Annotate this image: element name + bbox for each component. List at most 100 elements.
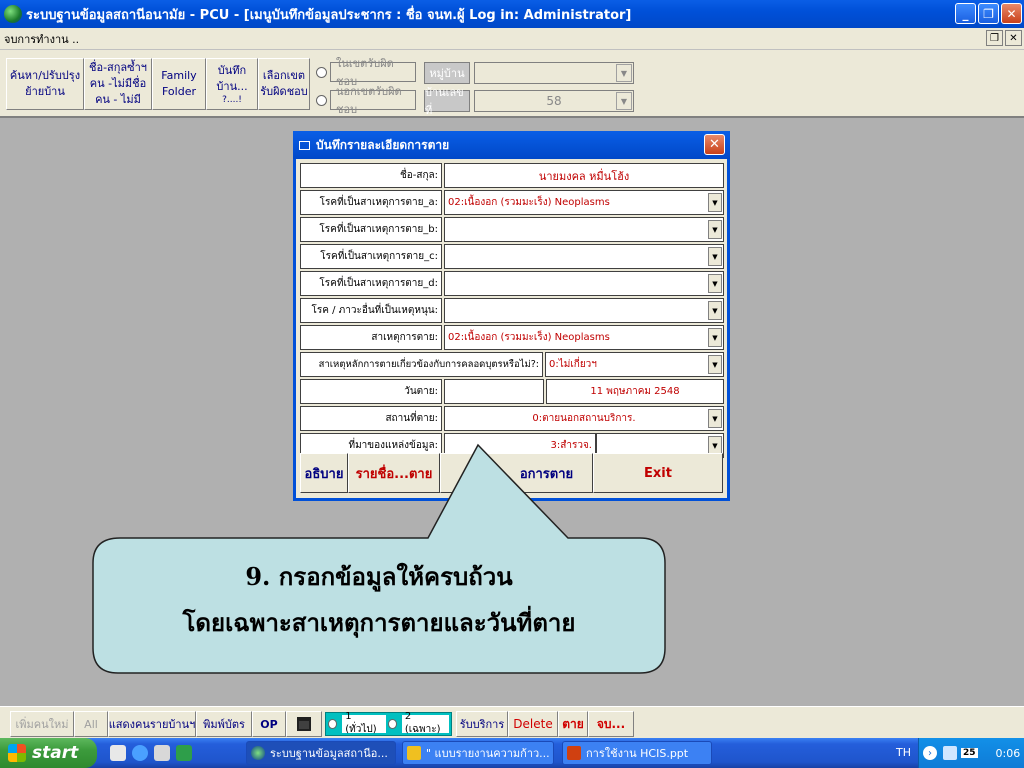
tray-badge[interactable]: 25 xyxy=(961,748,978,758)
house-no-select[interactable]: 58 ▼ xyxy=(474,90,634,112)
cause-of-death-label: สาเหตุการตาย: xyxy=(300,325,442,350)
network-icon[interactable] xyxy=(943,746,957,760)
cause-b-select[interactable]: ▼ xyxy=(444,217,724,242)
task-ppt[interactable]: การใช้งาน HCIS.ppt xyxy=(562,741,712,765)
duplicate-name-label-3: คน - ไม่มี xyxy=(95,93,141,106)
death-button[interactable]: ตาย xyxy=(558,711,588,737)
windows-logo-icon xyxy=(8,744,26,762)
chevron-down-icon[interactable]: ▼ xyxy=(708,301,722,320)
delete-button[interactable]: Delete xyxy=(508,711,558,737)
death-list-button[interactable]: รายชื่อ...ตาย xyxy=(348,453,440,493)
chevron-down-icon[interactable]: ▼ xyxy=(708,193,722,212)
end-button[interactable]: จบ... xyxy=(588,711,634,737)
cause-d-select[interactable]: ▼ xyxy=(444,271,724,296)
mdi-restore-button[interactable]: ❐ xyxy=(986,30,1003,46)
language-indicator[interactable]: TH xyxy=(896,746,911,759)
death-date-display: 11 พฤษภาคม 2548 xyxy=(546,379,724,404)
folder-label: Folder xyxy=(162,85,196,98)
cause-c-select[interactable]: ▼ xyxy=(444,244,724,269)
exit-button[interactable]: Exit xyxy=(593,453,723,493)
radio-out-zone-label: นอกเขตรับผิดชอบ xyxy=(330,85,416,116)
village-select[interactable]: ▼ xyxy=(474,62,634,84)
all-button[interactable]: All xyxy=(74,711,108,737)
record-house-button[interactable]: บันทึก บ้าน... ?....! xyxy=(206,58,258,110)
task-hcis-db-label: ระบบฐานข้อมูลสถานีอ... xyxy=(270,747,388,760)
service-button[interactable]: รับบริการ xyxy=(456,711,508,737)
chevron-down-icon[interactable]: ▼ xyxy=(708,220,722,239)
option-1-radio[interactable] xyxy=(328,719,338,729)
family-folder-button[interactable]: Family Folder xyxy=(152,58,206,110)
childbirth-select[interactable]: 0:ไม่เกี่ยวฯ ▼ xyxy=(545,352,724,377)
chevron-down-icon[interactable]: ▼ xyxy=(616,92,632,110)
app-shortcut-icon[interactable] xyxy=(176,745,192,761)
option-2-label[interactable]: 2 (เฉพาะ) xyxy=(401,711,449,735)
chevron-down-icon[interactable]: ▼ xyxy=(708,247,722,266)
contributing-select[interactable]: ▼ xyxy=(444,298,724,323)
radio-out-zone[interactable]: นอกเขตรับผิดชอบ xyxy=(316,85,416,116)
close-button[interactable]: ✕ xyxy=(1001,3,1022,24)
data-source-value: 3:สำรวจ. xyxy=(550,440,592,451)
callout-line-1: 9. กรอกข้อมูลให้ครบถ้วน xyxy=(245,562,513,591)
option-2-radio[interactable] xyxy=(387,719,397,729)
cause-d-label: โรคที่เป็นสาเหตุการตาย_d: xyxy=(300,271,442,296)
death-place-select[interactable]: 0:ตายนอกสถานบริการ. ▼ xyxy=(444,406,724,431)
death-date-input[interactable] xyxy=(444,379,544,404)
menu-bar: จบการทำงาน .. ❐ ✕ xyxy=(0,28,1024,50)
cause-a-value: 02:เนื้องอก (รวมมะเร็ง) Neoplasms xyxy=(448,197,610,208)
childbirth-value: 0:ไม่เกี่ยวฯ xyxy=(549,359,597,370)
task-progress-report[interactable]: " แบบรายงานความก้าว... xyxy=(402,741,554,765)
duplicate-name-button[interactable]: ชื่อ-สกุลซ้ำฯ คน -ไม่มีชื่อ คน - ไม่มี xyxy=(84,58,152,110)
chevron-down-icon[interactable]: ▼ xyxy=(708,355,722,374)
add-person-button[interactable]: เพิ่มคนใหม่ xyxy=(10,711,74,737)
document-icon[interactable] xyxy=(154,745,170,761)
op-button[interactable]: OP xyxy=(252,711,286,737)
show-household-button[interactable]: แสดงคนรายบ้านฯ xyxy=(108,711,196,737)
cause-of-death-select[interactable]: 02:เนื้องอก (รวมมะเร็ง) Neoplasms ▼ xyxy=(444,325,724,350)
record-house-label-1: บันทึก xyxy=(217,64,247,77)
desktop-icon[interactable] xyxy=(110,745,126,761)
chevron-down-icon[interactable]: ▼ xyxy=(708,328,722,347)
minimize-button[interactable]: _ xyxy=(955,3,976,24)
option-1-label[interactable]: 1 (ทั่วไป) xyxy=(342,711,386,735)
window-title: ระบบฐานข้อมูลสถานีอนามัย - PCU - [เมนูบั… xyxy=(26,7,632,23)
radio-out-zone-dot[interactable] xyxy=(316,94,327,106)
start-button[interactable]: start xyxy=(0,738,97,768)
taskbar: start ระบบฐานข้อมูลสถานีอ... " แบบรายงาน… xyxy=(0,738,1024,768)
search-relocate-button[interactable]: ค้นหา/ปรับปรุง ย้ายบ้าน xyxy=(6,58,84,110)
duplicate-name-label-2: คน -ไม่มีชื่อ xyxy=(89,77,147,90)
key-icon xyxy=(407,746,421,760)
fullname-value[interactable]: นายมงคล หมื่นโฮ้ง xyxy=(444,163,724,188)
save-disk-button[interactable] xyxy=(286,711,322,737)
bottom-toolbar: เพิ่มคนใหม่ All แสดงคนรายบ้านฯ พิมพ์บัตร… xyxy=(0,706,1024,738)
clock: 0:06 xyxy=(995,746,1021,760)
contributing-label: โรค / ภาวะอื่นที่เป็นเหตุหนุน: xyxy=(300,298,442,323)
browser-icon[interactable] xyxy=(132,745,148,761)
chevron-down-icon[interactable]: ▼ xyxy=(708,274,722,293)
task-ppt-label: การใช้งาน HCIS.ppt xyxy=(586,747,689,760)
restore-button[interactable]: ❐ xyxy=(978,3,999,24)
globe-icon xyxy=(4,5,22,23)
cause-b-label: โรคที่เป็นสาเหตุการตาย_b: xyxy=(300,217,442,242)
explain-button[interactable]: อธิบาย xyxy=(300,453,348,493)
death-date-label: วันตาย: xyxy=(300,379,442,404)
tray-expand-icon[interactable]: › xyxy=(923,746,937,760)
start-label: start xyxy=(32,743,79,763)
death-record-dialog: บันทึกรายละเอียดการตาย ✕ ชื่อ-สกุล: นายม… xyxy=(293,131,730,501)
radio-in-zone[interactable]: ในเขตรับผิดชอบ xyxy=(316,57,416,88)
cause-of-death-value: 02:เนื้องอก (รวมมะเร็ง) Neoplasms xyxy=(448,332,610,343)
chevron-down-icon[interactable]: ▼ xyxy=(616,64,632,82)
cause-a-select[interactable]: 02:เนื้องอก (รวมมะเร็ง) Neoplasms ▼ xyxy=(444,190,724,215)
cancel-death-button[interactable]: อการตาย xyxy=(440,453,593,493)
death-place-value: 0:ตายนอกสถานบริการ. xyxy=(532,413,636,424)
floppy-icon xyxy=(297,717,311,731)
radio-in-zone-dot[interactable] xyxy=(316,66,327,78)
task-hcis-db[interactable]: ระบบฐานข้อมูลสถานีอ... xyxy=(246,741,396,765)
mdi-close-button[interactable]: ✕ xyxy=(1005,30,1022,46)
dialog-close-button[interactable]: ✕ xyxy=(704,134,725,155)
select-zone-button[interactable]: เลือกเขต รับผิดชอบ xyxy=(258,58,310,110)
print-card-button[interactable]: พิมพ์บัตร xyxy=(196,711,252,737)
powerpoint-icon xyxy=(567,746,581,760)
dialog-title: บันทึกรายละเอียดการตาย xyxy=(316,137,450,152)
menu-item-exit[interactable]: จบการทำงาน .. xyxy=(4,30,79,48)
chevron-down-icon[interactable]: ▼ xyxy=(708,409,722,428)
